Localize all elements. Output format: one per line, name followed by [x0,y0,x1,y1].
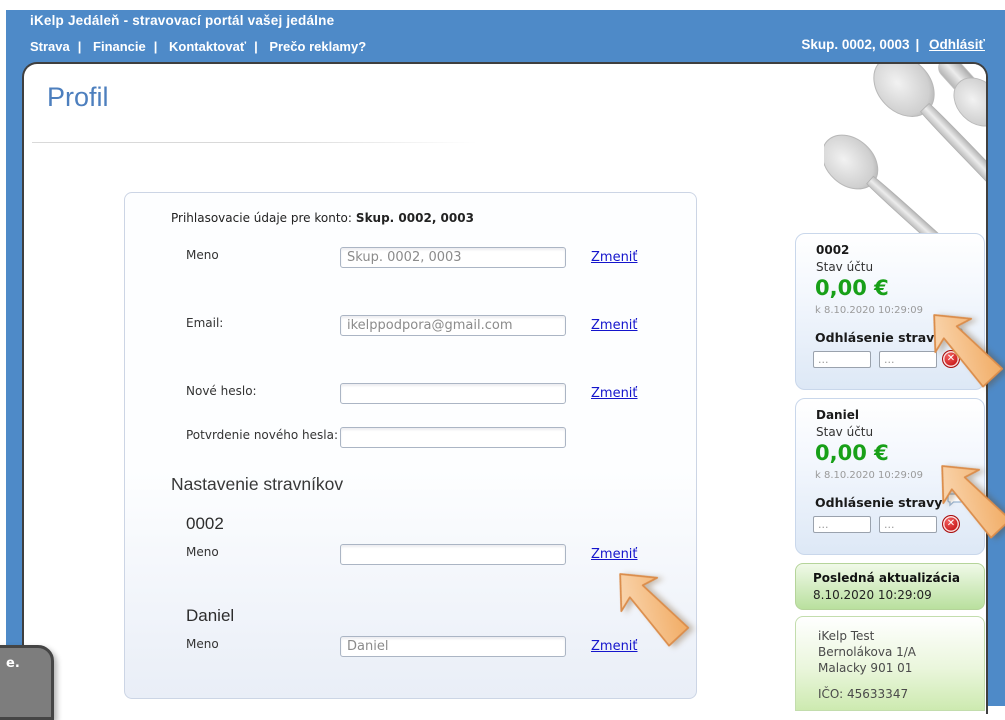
diner-name-0002: 0002 [186,514,224,534]
change-password-link[interactable]: Zmeniť [591,386,638,401]
cookie-banner: e. [0,645,54,720]
new-password-label: Nové heslo: [186,384,257,398]
cancel-date-to-input[interactable] [879,516,937,533]
meal-cancel-label: Odhlásenie stravy [815,495,942,510]
cancel-date-from-input[interactable] [813,516,871,533]
balance-value: 0,00 € [815,276,889,300]
last-update-value: 8.10.2020 10:29:09 [813,588,932,602]
nav-item-kontaktovat[interactable]: Kontaktovať [169,39,246,54]
cancel-date-to-input[interactable] [879,351,937,368]
page-title: Profil [47,82,109,113]
company-street: Bernolákova 1/A [818,645,916,659]
change-diner-daniel-link[interactable]: Zmeniť [591,639,638,654]
nav-separator: | [254,39,258,54]
title-divider [32,142,477,143]
change-email-link[interactable]: Zmeniť [591,318,638,333]
balance-timestamp: k 8.10.2020 10:29:09 [815,305,923,316]
diners-section-title: Nastavenie stravníkov [171,474,343,495]
diner-daniel-meno-label: Meno [186,637,219,651]
account-card-name: 0002 [816,243,849,257]
account-intro-value: Skup. 0002, 0003 [356,211,474,225]
last-update-label: Posledná aktualizácia [813,571,960,585]
app-title: iKelp Jedáleň - stravovací portál vašej … [30,13,334,28]
cutlery-image [824,64,986,237]
nav-item-financie[interactable]: Financie [93,39,146,54]
profile-form-panel: Prihlasovacie údaje pre konto: Skup. 0002… [124,192,697,699]
account-label: Skup. 0002, 0003 [801,37,909,52]
nav-separator: | [78,39,82,54]
balance-label: Stav účtu [816,260,873,274]
diner-name-daniel: Daniel [186,606,234,626]
last-update-card: Posledná aktualizácia 8.10.2020 10:29:09 [795,563,985,610]
new-password-input[interactable] [340,383,566,404]
change-meno-link[interactable]: Zmeniť [591,250,638,265]
cookie-banner-text: e. [6,656,20,671]
diner-0002-meno-input[interactable] [340,544,566,565]
company-card: iKelp Test Bernolákova 1/A Malacky 901 0… [795,616,985,711]
company-name: iKelp Test [818,629,874,643]
diner-0002-meno-label: Meno [186,545,219,559]
account-intro-label: Prihlasovacie údaje pre konto: [171,211,352,225]
nav-item-strava[interactable]: Strava [30,39,70,54]
company-city: Malacky 901 01 [818,661,912,675]
balance-value: 0,00 € [815,441,889,465]
balance-timestamp: k 8.10.2020 10:29:09 [815,470,923,481]
account-separator: | [915,37,919,52]
email-input[interactable] [340,315,566,336]
meno-input[interactable] [340,247,566,268]
cancel-date-from-input[interactable] [813,351,871,368]
diner-daniel-meno-input[interactable] [340,636,566,657]
email-label: Email: [186,316,223,330]
meno-label: Meno [186,248,219,262]
logout-link[interactable]: Odhlásiť [929,37,985,52]
company-ico: IČO: 45633347 [818,687,908,701]
account-intro: Prihlasovacie údaje pre konto: Skup. 0002… [171,211,474,225]
account-card-name: Daniel [816,408,859,422]
balance-label: Stav účtu [816,425,873,439]
confirm-password-label: Potvrdenie nového hesla: [186,428,338,442]
confirm-password-input[interactable] [340,427,566,448]
main-nav: Strava | Financie | Kontaktovať | Prečo rek… [30,39,366,54]
nav-separator: | [154,39,158,54]
nav-item-preco-reklamy[interactable]: Prečo reklamy? [269,39,366,54]
account-area: Skup. 0002, 0003 | Odhlásiť [801,37,985,52]
